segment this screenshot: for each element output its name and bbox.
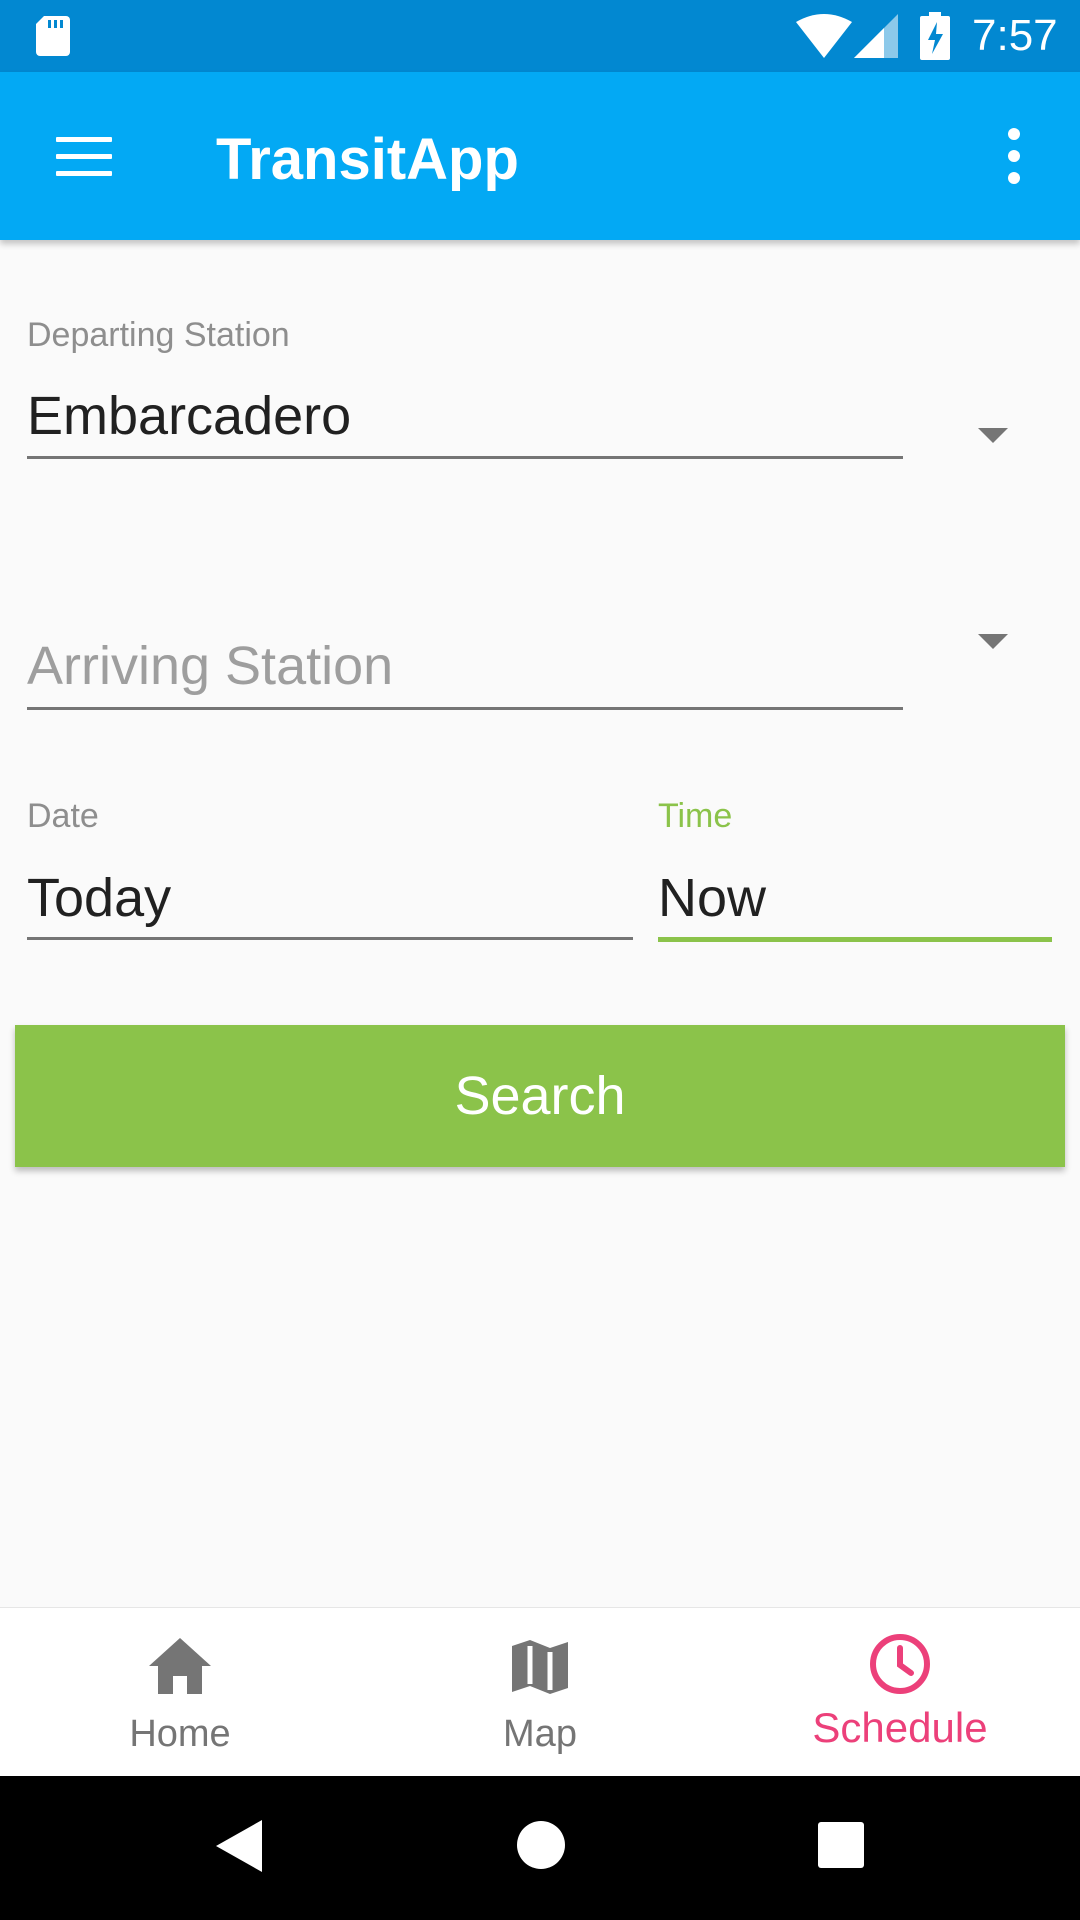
nav-label-map: Map [503,1713,577,1755]
nav-label-home: Home [129,1713,231,1755]
cellular-signal-icon [854,14,898,63]
nav-item-map[interactable]: Map [360,1608,720,1776]
time-underline-focused [658,937,1052,942]
sd-card-icon [36,16,70,61]
search-button[interactable]: Search [15,1025,1065,1167]
map-icon [512,1638,568,1701]
battery-charging-icon [920,12,950,65]
more-vert-icon[interactable] [986,124,1042,188]
hamburger-menu-icon[interactable] [44,120,124,192]
nav-item-schedule[interactable]: Schedule [720,1608,1080,1776]
bottom-navigation: Home Map Schedule [0,1607,1080,1776]
nav-label-schedule: Schedule [812,1704,988,1751]
clock-icon [868,1632,932,1701]
back-icon[interactable] [216,1820,262,1877]
app-title: TransitApp [216,127,519,192]
home-icon [149,1638,211,1699]
date-field[interactable]: Today [27,868,171,928]
home-circle-icon[interactable] [516,1820,566,1875]
departing-station-label: Departing Station [27,316,290,354]
departing-station-field[interactable]: Embarcadero [27,386,351,446]
time-field[interactable]: Now [658,868,766,928]
system-navigation-bar [0,1776,1080,1920]
departing-dropdown-arrow-icon[interactable] [978,428,1008,443]
date-label: Date [27,797,99,835]
arriving-station-underline [27,707,903,710]
status-bar: 7:57 [0,0,1080,72]
date-underline [27,937,633,940]
clock-time: 7:57 [972,11,1058,60]
departing-station-underline [27,456,903,459]
nav-item-home[interactable]: Home [0,1608,360,1776]
time-label: Time [658,797,733,835]
arriving-dropdown-arrow-icon[interactable] [978,634,1008,649]
wifi-icon [796,14,852,63]
app-bar: TransitApp [0,72,1080,240]
arriving-station-field[interactable]: Arriving Station [27,636,393,696]
recents-icon[interactable] [818,1822,864,1873]
